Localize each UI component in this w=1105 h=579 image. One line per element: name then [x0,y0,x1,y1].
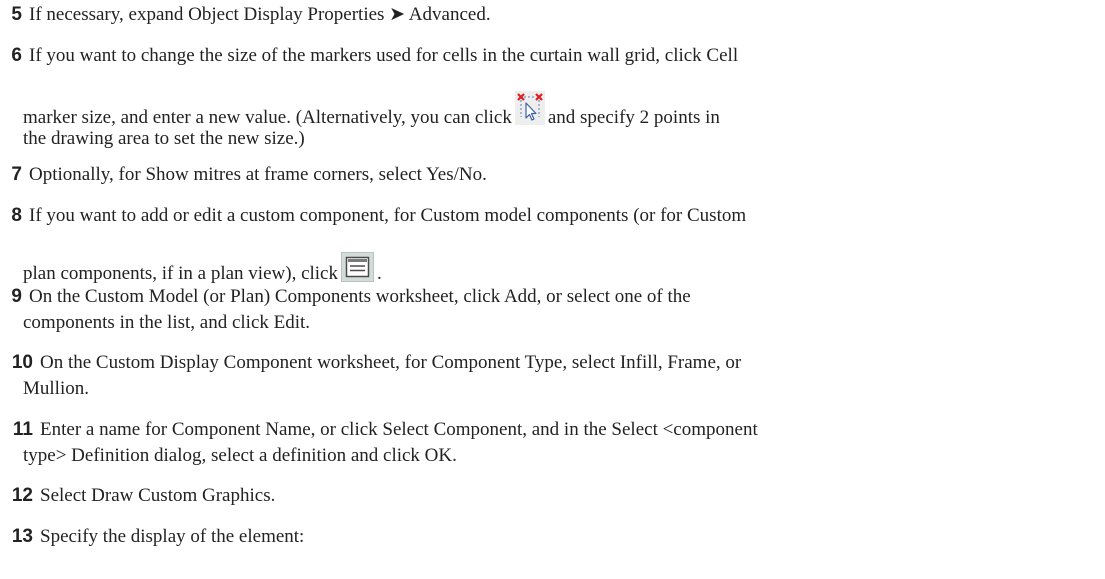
step-text-line: type> Definition dialog, select a defini… [23,445,457,466]
edit-list-icon[interactable] [341,252,374,282]
step-number: 13 [11,526,33,547]
step-number: 12 [11,485,33,506]
step-number: 5 [11,4,22,25]
step-text: Specify the display of the element: [40,526,305,547]
step-number: 7 [11,164,22,185]
step-number: 8 [11,205,22,226]
step-number: 10 [11,352,33,373]
step-text-line: marker size, and enter a new value. (Alt… [23,89,720,131]
step-number: 6 [11,45,22,66]
step-text-line: components in the list, and click Edit. [23,312,311,333]
step-text-line: Mullion. [23,378,89,399]
step-text-segment: . [377,263,382,284]
step-text-segment: plan components, if in a plan view), cli… [23,263,338,284]
step-text: Optionally, for Show mitres at frame cor… [29,164,487,185]
step-number: 11 [12,419,33,440]
step-text: If necessary, expand Object Display Prop… [29,4,491,25]
step-number: 9 [11,286,22,307]
step-text: Select Draw Custom Graphics. [40,485,276,506]
step-text-line: If you want to add or edit a custom comp… [29,205,747,226]
step-text-line: If you want to change the size of the ma… [29,45,739,66]
step-text-segment: marker size, and enter a new value. (Alt… [23,107,512,128]
cell-marker-pick-icon[interactable] [514,91,545,125]
step-text-line: the drawing area to set the new size.) [23,128,305,149]
step-text-line: On the Custom Display Component workshee… [40,352,742,373]
step-text-line: On the Custom Model (or Plan) Components… [29,286,691,307]
step-text-segment: and specify 2 points in [547,107,720,128]
step-text-line: plan components, if in a plan view), cli… [23,249,382,287]
step-text-line: Enter a name for Component Name, or clic… [40,419,758,440]
